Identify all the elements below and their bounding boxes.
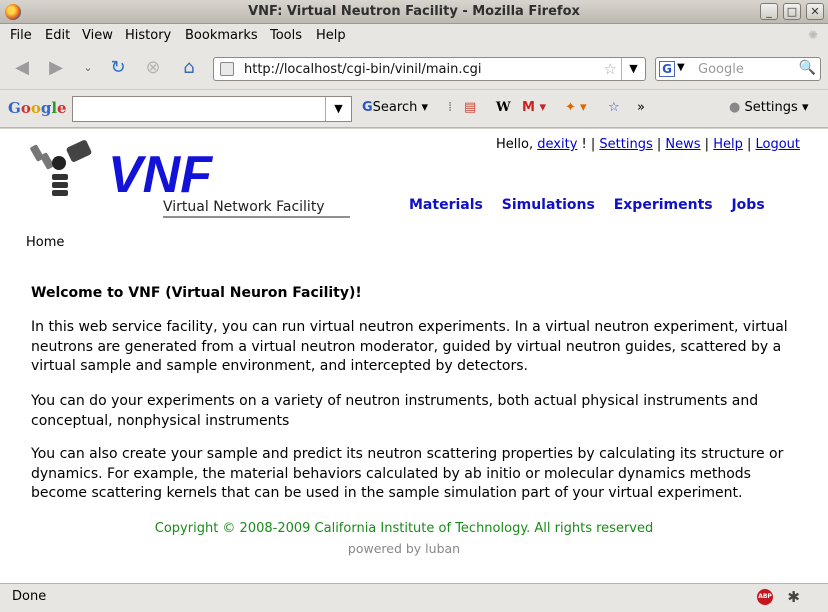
nav-experiments[interactable]: Experiments bbox=[614, 197, 713, 213]
news-icon[interactable]: ▤ bbox=[464, 100, 476, 115]
user-bar: Hello, dexity ! | Settings | News | Help… bbox=[496, 137, 800, 152]
search-input[interactable]: Google bbox=[698, 62, 744, 77]
vnf-logo[interactable]: VNF Virtual Network Facility bbox=[28, 135, 358, 225]
status-text: Done bbox=[12, 589, 47, 604]
search-engine-dropdown-icon[interactable]: ▼ bbox=[677, 62, 685, 73]
page-content: VNF Virtual Network Facility Hello, dexi… bbox=[0, 129, 828, 583]
bookmarks-icon[interactable]: ✦ ▾ bbox=[565, 100, 587, 115]
news-link[interactable]: News bbox=[665, 137, 700, 152]
google-logo[interactable]: Google bbox=[8, 99, 67, 117]
site-identity-icon[interactable] bbox=[220, 62, 234, 76]
stop-icon[interactable]: ⊗ bbox=[141, 56, 165, 80]
menu-tools[interactable]: Tools bbox=[270, 28, 302, 43]
status-bar: Done ABP ✱ bbox=[0, 583, 828, 612]
welcome-heading: Welcome to VNF (Virtual Neuron Facility)… bbox=[31, 285, 362, 301]
nav-simulations[interactable]: Simulations bbox=[502, 197, 595, 213]
logo-subtitle: Virtual Network Facility bbox=[163, 199, 325, 215]
settings-button[interactable]: ● Settings ▾ bbox=[729, 100, 808, 115]
username-link[interactable]: dexity bbox=[537, 137, 577, 152]
firebug-icon[interactable]: ✱ bbox=[787, 588, 800, 606]
google-search-input[interactable]: ▼ bbox=[72, 96, 352, 122]
forward-icon[interactable]: ▶ bbox=[44, 56, 68, 80]
menu-edit[interactable]: Edit bbox=[45, 28, 70, 43]
more-button[interactable]: » bbox=[637, 100, 645, 115]
wikipedia-button[interactable]: W bbox=[496, 100, 511, 115]
gmail-button[interactable]: M ▾ bbox=[522, 100, 546, 115]
search-box[interactable]: G ▼ Google 🔍 bbox=[655, 57, 821, 81]
search-engine-icon[interactable]: G bbox=[659, 61, 675, 77]
menu-view[interactable]: View bbox=[82, 28, 113, 43]
google-search-button[interactable]: GSearch ▾ bbox=[362, 100, 428, 115]
logo-text: VNF bbox=[108, 146, 213, 204]
window-titlebar: VNF: Virtual Neutron Facility - Mozilla … bbox=[0, 0, 828, 24]
copyright-text: Copyright © 2008-2009 California Institu… bbox=[154, 521, 654, 536]
history-dropdown-icon[interactable]: ⌄ bbox=[76, 56, 100, 80]
menu-bookmarks[interactable]: Bookmarks bbox=[185, 28, 258, 43]
menu-bar: File Edit View History Bookmarks Tools H… bbox=[0, 24, 828, 46]
back-icon[interactable]: ◀ bbox=[10, 56, 34, 80]
home-icon[interactable]: ⌂ bbox=[177, 56, 201, 80]
greeting-suffix: ! bbox=[581, 137, 587, 152]
greeting-text: Hello, bbox=[496, 137, 534, 152]
main-navigation: Materials Simulations Experiments Jobs bbox=[409, 197, 779, 213]
nav-materials[interactable]: Materials bbox=[409, 197, 483, 213]
menu-file[interactable]: File bbox=[10, 28, 32, 43]
bookmark-star-icon[interactable]: ☆ bbox=[604, 60, 617, 78]
google-search-dropdown-icon[interactable]: ▼ bbox=[325, 97, 351, 121]
toolbar-separator-icon: ⁞ bbox=[448, 100, 453, 115]
instruments-paragraph: You can do your experiments on a variety… bbox=[31, 393, 759, 429]
settings-link[interactable]: Settings bbox=[599, 137, 652, 152]
search-go-icon[interactable]: 🔍 bbox=[799, 60, 816, 76]
menu-help[interactable]: Help bbox=[316, 28, 346, 43]
adblock-icon[interactable]: ABP bbox=[757, 589, 773, 605]
sample-paragraph: You can also create your sample and pred… bbox=[31, 446, 784, 501]
minimize-button[interactable]: _ bbox=[760, 3, 778, 20]
navigation-toolbar: ◀ ▶ ⌄ ↻ ⊗ ⌂ http://localhost/cgi-bin/vin… bbox=[0, 46, 828, 90]
logout-link[interactable]: Logout bbox=[755, 137, 800, 152]
help-link[interactable]: Help bbox=[713, 137, 743, 152]
throbber-icon: ✺ bbox=[808, 28, 819, 42]
intro-paragraph: In this web service facility, you can ru… bbox=[31, 319, 788, 374]
window-title: VNF: Virtual Neutron Facility - Mozilla … bbox=[248, 4, 580, 19]
close-button[interactable]: ✕ bbox=[806, 3, 824, 20]
google-toolbar: Google ▼ GSearch ▾ ⁞ ▤ W M ▾ ✦ ▾ ☆ » ● S… bbox=[0, 90, 828, 128]
menu-history[interactable]: History bbox=[125, 28, 171, 43]
reload-icon[interactable]: ↻ bbox=[106, 56, 130, 80]
url-text[interactable]: http://localhost/cgi-bin/vinil/main.cgi bbox=[244, 62, 482, 77]
nav-jobs[interactable]: Jobs bbox=[731, 197, 764, 213]
maximize-button[interactable]: □ bbox=[783, 3, 801, 20]
url-bar[interactable]: http://localhost/cgi-bin/vinil/main.cgi … bbox=[213, 57, 646, 81]
url-dropdown-icon[interactable]: ▼ bbox=[621, 58, 645, 80]
breadcrumb[interactable]: Home bbox=[26, 235, 64, 250]
powered-by-text: powered by luban bbox=[347, 541, 461, 556]
atom-icon bbox=[30, 140, 92, 196]
star-icon[interactable]: ☆ bbox=[608, 100, 620, 115]
